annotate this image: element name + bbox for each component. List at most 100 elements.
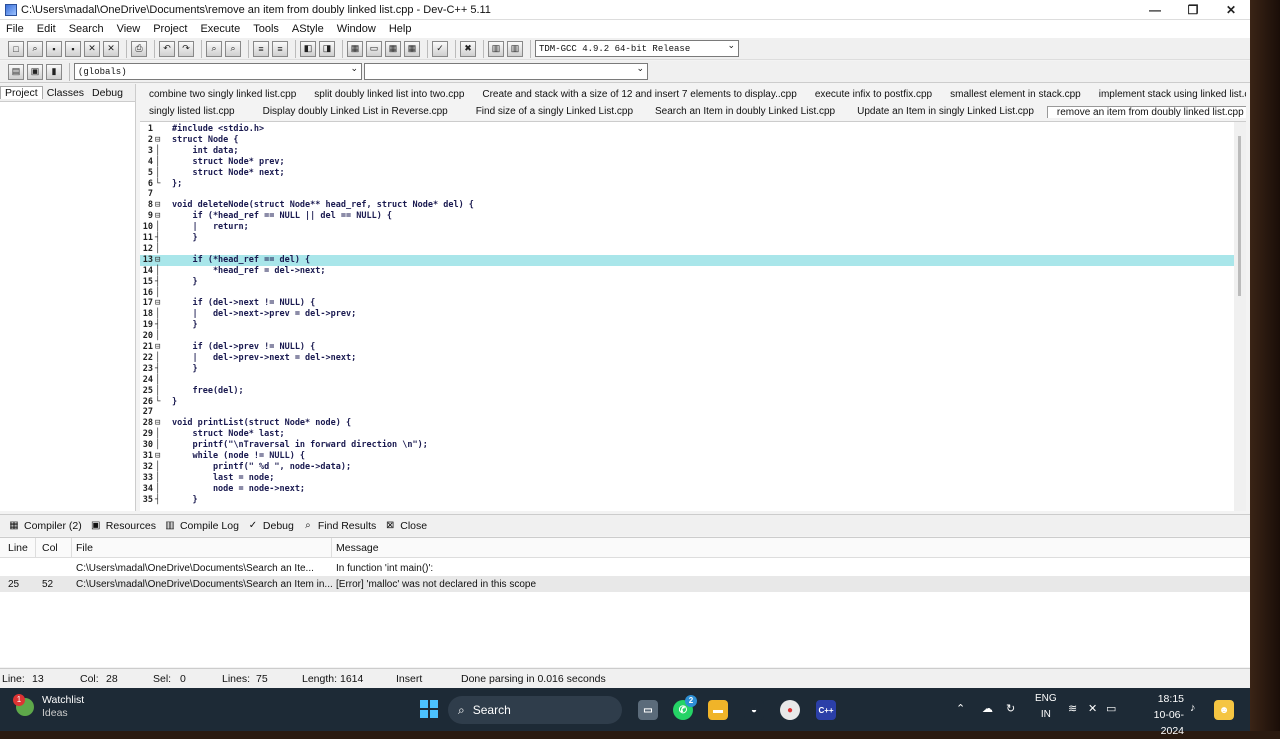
menu-execute[interactable]: Execute [200,23,240,35]
code-line[interactable]: 34 │ node = node->next; [140,484,1234,495]
windows-start-icon[interactable] [420,700,438,718]
tab-compiler[interactable]: ▦ Compiler (2) [8,520,82,532]
code-line[interactable]: 31 ⊟ while (node != NULL) { [140,451,1234,462]
message-row[interactable]: 25 52 C:\Users\madal\OneDrive\Documents\… [0,576,1250,592]
code-line[interactable]: 18 │ | del->next->prev = del->prev; [140,309,1234,320]
close-all-icon[interactable]: ✕ [103,40,119,57]
print-icon[interactable]: ⎙ [131,40,147,57]
fold-marker-icon[interactable]: ┤ [155,320,164,331]
save-all-icon[interactable]: ▪ [65,40,81,57]
app-icon[interactable]: ◒ [744,700,764,720]
code-line[interactable]: 22 │ | del->prev->next = del->next; [140,353,1234,364]
compiler-select[interactable]: TDM-GCC 4.9.2 64-bit Release ⌄ [535,40,739,57]
code-line[interactable]: 33 │ last = node; [140,473,1234,484]
file-tab[interactable]: smallest element in stack.cpp [941,89,1090,100]
code-line[interactable]: 20 │ [140,331,1234,342]
code-line[interactable]: 25 │ free(del); [140,386,1234,397]
widgets-button[interactable]: 1 Watchlist Ideas [13,694,84,720]
file-tab[interactable]: Find size of a singly Linked List.cpp [467,106,642,117]
stop-execution-icon[interactable]: ✖ [460,40,476,57]
toggle-bookmark-icon[interactable]: ▣ [27,63,43,80]
code-line[interactable]: 29 │ struct Node* last; [140,429,1234,440]
insert-icon[interactable]: ▤ [8,63,24,80]
code-line[interactable]: 24 │ [140,375,1234,386]
code-line[interactable]: 12 │ [140,244,1234,255]
language-indicator[interactable]: ENG IN [1035,691,1057,723]
fold-marker-icon[interactable]: │ [155,266,164,277]
fold-marker-icon[interactable]: │ [155,168,164,179]
battery-icon[interactable]: ▭ [1106,702,1116,715]
fold-marker-icon[interactable]: │ [155,146,164,157]
chrome-icon[interactable]: ● [780,700,800,720]
col-header-line[interactable]: Line [0,538,36,557]
fold-marker-icon[interactable]: ⊟ [155,342,164,353]
volume-muted-icon[interactable]: ✕ [1088,702,1097,715]
fold-marker-icon[interactable]: │ [155,429,164,440]
fold-marker-icon[interactable]: │ [155,386,164,397]
fold-marker-icon[interactable]: │ [155,484,164,495]
code-line[interactable]: 26 └} [140,397,1234,408]
code-line-current[interactable]: 13 ⊟ if (*head_ref == del) { [140,254,1234,266]
file-tab-active[interactable]: remove an item from doubly linked list.c… [1046,105,1246,118]
fold-marker-icon[interactable]: │ [155,244,164,255]
syntax-check-icon[interactable]: ✓ [432,40,448,57]
bell-icon[interactable]: ♪ [1190,702,1196,714]
find-icon[interactable]: ⌕ [206,40,222,57]
fold-marker-icon[interactable]: ⊟ [155,255,164,266]
code-line[interactable]: 5 │ struct Node* next; [140,168,1234,179]
file-tab[interactable]: implement stack using linked list.cpp [1090,89,1246,100]
fold-marker-icon[interactable]: │ [155,375,164,386]
file-explorer-icon[interactable]: ▬ [708,700,728,720]
scope-select[interactable]: (globals) ⌄ [74,63,362,80]
menu-search[interactable]: Search [69,23,104,35]
fold-marker-icon[interactable]: ⊟ [155,135,164,146]
file-tab[interactable]: Search an Item in doubly Linked List.cpp [646,106,844,117]
fold-marker-icon[interactable]: │ [155,288,164,299]
fold-marker-icon[interactable]: │ [155,222,164,233]
fold-marker-icon[interactable]: │ [155,440,164,451]
taskbar-search[interactable]: ⌕ Search [448,696,622,724]
profile-chart-icon[interactable]: ▥ [488,40,504,57]
save-icon[interactable]: ▪ [46,40,62,57]
code-line[interactable]: 7 [140,189,1234,200]
compile-icon[interactable]: ▦ [347,40,363,57]
code-line[interactable]: 3 │ int data; [140,146,1234,157]
fold-marker-icon[interactable]: ┤ [155,364,164,375]
unindent-icon[interactable]: ≡ [272,40,288,57]
fold-marker-icon[interactable]: └ [155,397,164,408]
fold-marker-icon[interactable]: ⊟ [155,200,164,211]
fold-marker-icon[interactable] [155,124,164,135]
file-tab[interactable]: execute infix to postfix.cpp [806,89,941,100]
code-line[interactable]: 10 │ | return; [140,222,1234,233]
fold-marker-icon[interactable] [155,407,164,418]
undo-icon[interactable]: ↶ [159,40,175,57]
copilot-icon[interactable]: ☻ [1214,700,1234,720]
menu-file[interactable]: File [6,23,24,35]
indent-icon[interactable]: ≡ [253,40,269,57]
code-line[interactable]: 19 ┤ } [140,320,1234,331]
close-window-button[interactable]: ✕ [1212,0,1250,20]
fold-marker-icon[interactable]: ┤ [155,233,164,244]
whatsapp-icon[interactable]: ✆ 2 [673,695,697,720]
code-line[interactable]: 14 │ *head_ref = del->next; [140,266,1234,277]
message-row[interactable]: C:\Users\madal\OneDrive\Documents\Search… [0,560,1250,576]
goto-bookmark-icon[interactable]: ▮ [46,63,62,80]
member-select[interactable]: ⌄ [364,63,648,80]
code-line[interactable]: 4 │ struct Node* prev; [140,157,1234,168]
tab-debug[interactable]: Debug [88,87,127,99]
code-line[interactable]: 15 ┤ } [140,277,1234,288]
file-tab[interactable]: singly listed list.cpp [140,106,244,117]
code-editor[interactable]: 1 #include <stdio.h> 2 ⊟ struct Node {3 │ int… [140,121,1246,511]
fold-marker-icon[interactable]: │ [155,462,164,473]
open-file-icon[interactable]: ⌕ [27,40,43,57]
col-header-message[interactable]: Message [332,542,379,554]
code-line[interactable]: 17 ⊟ if (del->next != NULL) { [140,298,1234,309]
fold-marker-icon[interactable]: │ [155,473,164,484]
file-tab[interactable]: Create and stack with a size of 12 and i… [473,89,805,100]
sync-icon[interactable]: ↻ [1006,702,1015,715]
editor-scrollbar[interactable] [1234,122,1246,511]
new-file-icon[interactable]: □ [8,40,24,57]
tab-close[interactable]: ⊠ Close [384,520,427,532]
delete-profile-icon[interactable]: ▥ [507,40,523,57]
fold-marker-icon[interactable]: ⊟ [155,418,164,429]
